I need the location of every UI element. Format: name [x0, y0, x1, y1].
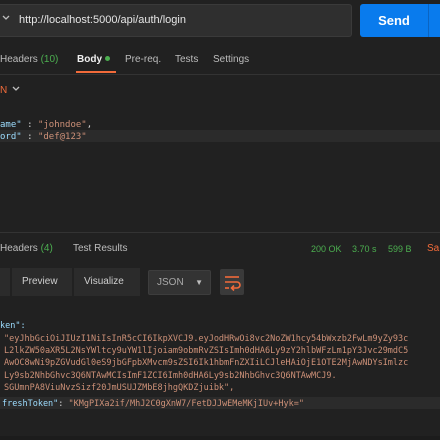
tab-body-label: Body	[77, 54, 102, 65]
json-value: SGUmnPA8ViuNvzSizf20JmUSUJZMbE8jhgQKDZju…	[4, 383, 235, 393]
view-preview-button[interactable]: Preview	[12, 268, 72, 296]
url-input[interactable]: http://localhost:5000/api/auth/login	[0, 4, 352, 37]
status-badge[interactable]: 200 OK	[311, 244, 342, 254]
json-value: "KMgPIXa2if/MhJ2C0gXnW7/FetDJJwEMeMKjIUv…	[68, 399, 304, 409]
wrap-lines-icon	[220, 276, 244, 299]
json-value: "johndoe"	[37, 120, 87, 130]
url-text[interactable]: http://localhost:5000/api/auth/login	[19, 14, 186, 26]
json-value: Ly9sb2NhbGhvc3Q6NTAwMCIsImF1ZCI6Imh0dHA6…	[4, 371, 337, 381]
active-tab-indicator	[76, 71, 116, 73]
response-size[interactable]: 599 B	[388, 244, 412, 254]
chevron-down-icon[interactable]	[12, 84, 20, 96]
tab-body[interactable]: Body	[77, 54, 110, 65]
format-select-label: JSON	[157, 277, 184, 288]
json-value: L2lkZW50aXR5L2NsYWltcy9uYW1lIjoiam9obmRv…	[4, 346, 409, 356]
tab-response-headers-label: Headers	[0, 243, 38, 254]
request-body-editor[interactable]: ame" : "johndoe", ord" : "def@123"	[0, 108, 440, 198]
json-value: "eyJhbGciOiJIUzI1NiIsInR5cCI6IkpXVCJ9.ey…	[4, 334, 409, 344]
request-tabs: Headers (10) Body Pre-req. Tests Setting…	[0, 46, 440, 74]
method-chevron-icon[interactable]	[2, 11, 10, 25]
view-visualize-button[interactable]: Visualize	[74, 268, 140, 296]
code-line: freshToken": "KMgPIXa2if/MhJ2C0gXnW7/Fet…	[2, 399, 304, 409]
json-separator: :	[21, 132, 38, 142]
code-line: ken":	[0, 321, 26, 331]
response-view-toolbar: Preview Visualize JSON ▼	[0, 268, 440, 300]
json-key: ken":	[0, 321, 26, 331]
response-time[interactable]: 3.70 s	[352, 244, 377, 254]
response-body-viewer[interactable]: ken": "eyJhbGciOiJIUzI1NiIsInR5cCI6IkpXV…	[0, 318, 440, 430]
code-line: ame" : "johndoe",	[0, 120, 92, 130]
divider	[0, 232, 440, 233]
request-bar: http://localhost:5000/api/auth/login Sen…	[0, 0, 440, 42]
view-pretty-button[interactable]	[0, 268, 10, 296]
json-separator: :	[58, 399, 69, 409]
json-comma: ,	[86, 120, 93, 130]
tab-tests[interactable]: Tests	[175, 54, 198, 65]
tab-settings[interactable]: Settings	[213, 54, 249, 65]
bottom-edge	[0, 436, 440, 440]
divider	[0, 74, 440, 75]
body-modified-dot-icon	[105, 56, 110, 61]
json-value: AwOC8wNi9pZGVudGl0eS9jbGFpbXMvcm9sZSI6Ik…	[4, 358, 409, 368]
wrap-lines-button[interactable]	[220, 269, 244, 295]
json-key: ame"	[0, 120, 22, 130]
json-value: "def@123"	[37, 132, 87, 142]
format-select[interactable]: JSON ▼	[148, 270, 211, 295]
code-line: AwOC8wNi9pZGVudGl0eS9jbGFpbXMvcm9sZSI6Ik…	[4, 358, 408, 368]
tab-headers-count: (10)	[40, 54, 59, 65]
tab-headers[interactable]: Headers (10)	[0, 54, 58, 65]
chevron-down-icon: ▼	[195, 278, 203, 287]
code-line: L2lkZW50aXR5L2NsYWltcy9uYW1lIjoiam9obmRv…	[4, 346, 408, 356]
code-line: SGUmnPA8ViuNvzSizf20JmUSUJZMbE8jhgQKDZju…	[4, 383, 234, 393]
tab-test-results[interactable]: Test Results	[73, 243, 127, 254]
json-key: freshToken"	[2, 399, 59, 409]
tab-response-headers-count: (4)	[40, 243, 53, 254]
json-key: ord"	[0, 132, 22, 142]
json-separator: :	[21, 120, 38, 130]
save-response-button[interactable]: Sa	[427, 243, 439, 254]
body-type-select[interactable]: N	[0, 85, 7, 96]
code-line: ord" : "def@123"	[0, 132, 87, 142]
send-button[interactable]: Send	[360, 4, 428, 37]
tab-prereq[interactable]: Pre-req.	[125, 54, 161, 65]
tab-response-headers[interactable]: Headers (4)	[0, 243, 53, 254]
body-type-row: N	[0, 76, 440, 106]
send-dropdown-button[interactable]	[429, 4, 440, 37]
code-line: "eyJhbGciOiJIUzI1NiIsInR5cCI6IkpXVCJ9.ey…	[4, 334, 408, 344]
tab-headers-label: Headers	[0, 54, 38, 65]
code-line: Ly9sb2NhbGhvc3Q6NTAwMCIsImF1ZCI6Imh0dHA6…	[4, 371, 337, 381]
